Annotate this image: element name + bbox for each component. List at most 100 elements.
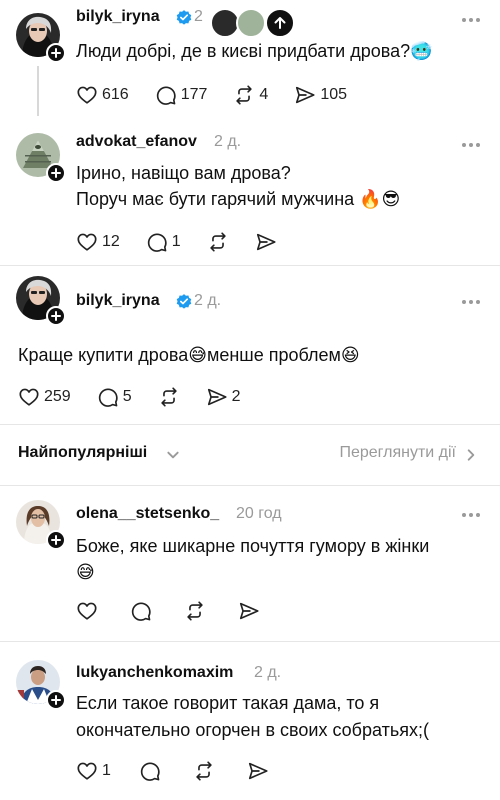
post-actions [76, 598, 286, 624]
comment-icon [155, 84, 177, 106]
reply-avatar-2 [236, 8, 266, 38]
heart-icon [76, 600, 98, 622]
heart-icon [18, 386, 40, 408]
post-text-line1: Если такое говорит такая дама, то я [76, 693, 380, 713]
sort-dropdown-label[interactable]: Найпопулярніші [18, 444, 147, 462]
like-button[interactable] [76, 598, 98, 624]
more-options-icon[interactable] [462, 142, 480, 148]
post-actions: 12 1 [76, 229, 303, 255]
divider [0, 424, 500, 425]
username[interactable]: bilyk_iryna [76, 8, 160, 26]
share-icon [255, 231, 277, 253]
share-icon [238, 600, 260, 622]
more-options-icon[interactable] [462, 299, 480, 305]
post-time: 2 д. [194, 292, 222, 309]
repost-count: 4 [259, 86, 269, 103]
comment-button[interactable]: 5 [97, 384, 132, 410]
post-advokat-efanov: advokat_efanov 2 д. Ірино, навіщо вам др… [0, 125, 500, 265]
repost-icon [193, 760, 215, 782]
repost-icon [207, 231, 229, 253]
comment-icon [146, 231, 168, 253]
comment-button[interactable]: 177 [155, 82, 208, 108]
comment-icon [97, 386, 119, 408]
avatar[interactable] [16, 276, 66, 326]
chevron-down-icon[interactable] [166, 448, 180, 462]
thread-line [37, 66, 39, 116]
post-actions: 1 [76, 758, 295, 784]
heart-icon [76, 84, 98, 106]
post-actions: 259 5 2 [18, 384, 267, 410]
chevron-right-icon[interactable] [464, 448, 478, 462]
post-text: Люди добрі, де в києві придбати дрова?🥶 [76, 41, 433, 61]
share-button[interactable]: 105 [294, 82, 347, 108]
comment-count: 177 [180, 86, 208, 103]
share-button[interactable]: 2 [206, 384, 241, 410]
share-count: 2 [231, 388, 241, 405]
avatar[interactable] [16, 13, 66, 63]
post-text: Краще купити дрова😅менше проблем😆 [18, 345, 360, 365]
more-options-icon[interactable] [462, 17, 480, 23]
post-text-line2: Поруч має бути гарячий мужчина 🔥😎 [76, 189, 401, 209]
follow-plus-icon[interactable] [46, 43, 66, 63]
verified-icon [175, 9, 193, 32]
avatar[interactable] [16, 133, 66, 183]
share-icon [206, 386, 228, 408]
scroll-up-icon[interactable] [265, 8, 295, 38]
share-button[interactable] [247, 758, 269, 784]
repost-icon [233, 84, 255, 106]
post-time: 20 год [236, 505, 282, 522]
post-text-line1: Ірино, навіщо вам дрова? [76, 163, 291, 183]
username[interactable]: advokat_efanov [76, 133, 197, 151]
post-text-line2: окончательно огорчен в своих собратьях;( [76, 720, 429, 740]
comment-button[interactable]: 1 [146, 229, 181, 255]
repost-icon [158, 386, 180, 408]
like-count: 259 [44, 388, 71, 405]
repost-button[interactable] [158, 384, 180, 410]
like-count: 616 [102, 86, 129, 103]
replies-sort-bar: Найпопулярніші Переглянути дії [0, 440, 500, 470]
post-bilyk-iryna-main: bilyk_iryna 2 Люди добрі, де в києві при… [0, 0, 500, 125]
follow-plus-icon[interactable] [46, 690, 66, 710]
post-text-line2: 😅 [76, 562, 95, 582]
username[interactable]: bilyk_iryna [76, 292, 160, 310]
view-activity-link[interactable]: Переглянути дії [339, 444, 456, 462]
repost-button[interactable]: 4 [233, 82, 268, 108]
verified-icon [175, 293, 193, 316]
like-count: 12 [102, 233, 120, 250]
like-button[interactable]: 1 [76, 758, 111, 784]
comment-icon [139, 760, 161, 782]
username[interactable]: olena__stetsenko_ [76, 505, 219, 523]
repost-button[interactable] [207, 229, 229, 255]
post-time: 2 д. [254, 664, 282, 681]
reply-lukyanchenkomaxim: lukyanchenkomaxim 2 д. Если такое говори… [0, 642, 500, 800]
comment-count: 1 [171, 233, 181, 250]
like-button[interactable]: 616 [76, 82, 129, 108]
share-button[interactable] [255, 229, 277, 255]
heart-icon [76, 231, 98, 253]
repost-button[interactable] [193, 758, 215, 784]
post-time: 2 [194, 8, 203, 25]
post-actions: 616 177 4 105 [76, 82, 373, 108]
username[interactable]: lukyanchenkomaxim [76, 664, 233, 682]
comment-icon [130, 600, 152, 622]
follow-plus-icon[interactable] [46, 163, 66, 183]
repost-button[interactable] [184, 598, 206, 624]
comment-button[interactable] [130, 598, 152, 624]
avatar[interactable] [16, 660, 66, 710]
post-text-line1: Боже, яке шикарне почуття гумору в жінки [76, 536, 430, 556]
share-icon [294, 84, 316, 106]
avatar[interactable] [16, 500, 66, 550]
reply-olena-stetsenko: olena__stetsenko_ 20 год Боже, яке шикар… [0, 486, 500, 636]
post-bilyk-iryna-reply: bilyk_iryna 2 д. Краще купити дрова😅менш… [0, 266, 500, 420]
like-button[interactable]: 12 [76, 229, 120, 255]
share-icon [247, 760, 269, 782]
follow-plus-icon[interactable] [46, 306, 66, 326]
follow-plus-icon[interactable] [46, 530, 66, 550]
heart-icon [76, 760, 98, 782]
share-count: 105 [320, 86, 348, 103]
more-options-icon[interactable] [462, 512, 480, 518]
repost-icon [184, 600, 206, 622]
share-button[interactable] [238, 598, 260, 624]
comment-button[interactable] [139, 758, 161, 784]
like-button[interactable]: 259 [18, 384, 71, 410]
